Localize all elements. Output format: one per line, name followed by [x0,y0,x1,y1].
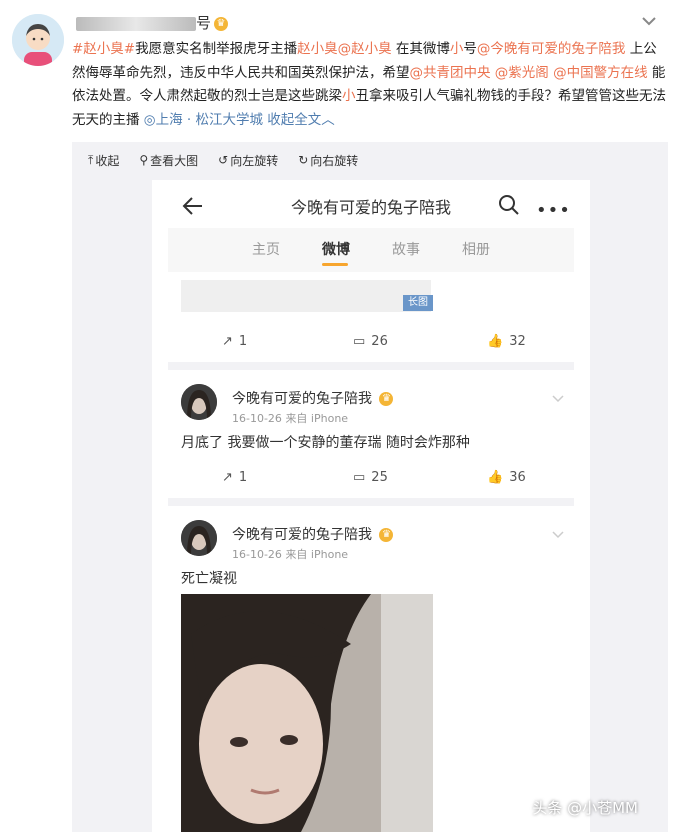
long-image[interactable] [181,280,431,312]
view-large-button[interactable]: ⚲ 查看大图 [139,150,198,170]
profile-tabs [168,228,574,272]
author-name[interactable]: 号 ♛ [76,12,229,33]
tab-story[interactable]: 故事 [392,239,420,259]
active-tab-indicator [322,263,348,266]
tab-home[interactable]: 主页 [252,239,280,259]
tab-weibo[interactable]: 微博 [322,239,350,259]
post-avatar[interactable] [181,520,217,556]
post-text-run: 我愿意实名制举报虎牙主播 [135,41,298,57]
comment-count: 26 [371,334,388,349]
like-button[interactable]: 👍 32 [487,334,526,349]
post-chevron-icon[interactable] [551,526,565,540]
repost-icon: ↗ [222,334,233,349]
post-date: 16-10-26 [232,548,282,561]
post-meta: 16-10-26 来自 iPhone [232,410,348,426]
comment-button[interactable]: ▭ 25 [353,470,388,485]
repost-button[interactable]: ↗ 1 [222,334,247,349]
crown-icon: ♛ [214,16,229,31]
post-text-run: 在其微博 [391,41,450,57]
mention-link[interactable]: @今晚有可爱的兔子陪我 [477,41,626,57]
author-name-suffix: 号 [196,14,212,32]
magnifier-icon: ⚲ [139,153,149,167]
rotate-left-label: 向左旋转 [230,153,279,168]
mention-link[interactable]: @共青团中央 [410,65,491,81]
comment-icon: ▭ [353,470,366,485]
like-button[interactable]: 👍 36 [487,470,526,485]
repost-count: 1 [238,470,248,485]
thumbs-up-icon: 👍 [487,470,504,485]
collapse-button[interactable]: ⤒ 收起 [88,150,119,170]
image-toolbar: ⤒ 收起 ⚲ 查看大图 ↺ 向左旋转 ↻ 向右旋转 [88,150,358,170]
rotate-right-button[interactable]: ↻ 向右旋转 [298,150,358,170]
thumbs-up-icon: 👍 [487,334,504,349]
like-count: 32 [509,334,526,349]
post-source: 来自 iPhone [285,548,349,561]
rotate-right-icon: ↻ [298,153,309,167]
post-body: #赵小臭#我愿意实名制举报虎牙主播赵小臭@赵小臭 在其微博小号@今晚有可爱的兔子… [72,38,666,132]
crown-icon: ♛ [379,528,394,542]
post-meta: 16-10-26 来自 iPhone [232,546,348,562]
back-arrow-icon[interactable] [180,193,206,219]
post-divider [168,498,574,506]
post-source: 来自 iPhone [285,412,349,425]
profile-title: 今晚有可爱的兔子陪我 [290,198,451,217]
post-avatar[interactable] [181,384,217,420]
post-author-name[interactable]: 今晚有可爱的兔子陪我 ♛ [232,524,394,544]
comment-icon: ▭ [353,334,366,349]
long-image-tag: 长图 [403,295,433,311]
repost-button[interactable]: ↗ 1 [222,470,247,485]
more-icon[interactable]: ••• [536,200,571,221]
repost-count: 1 [238,334,248,349]
post-author-name[interactable]: 今晚有可爱的兔子陪我 ♛ [232,388,394,408]
mention-link[interactable]: 小 [342,88,356,104]
repost-icon: ↗ [222,470,233,485]
mention-link[interactable]: #赵小臭# [72,41,135,57]
post-author-label: 今晚有可爱的兔子陪我 [232,527,372,543]
comment-button[interactable]: ▭ 26 [353,334,388,349]
post-author-label: 今晚有可爱的兔子陪我 [232,391,372,407]
post-text-run: 号 [463,41,477,57]
crown-icon: ♛ [379,392,394,406]
arrow-up-icon: ⤒ [88,152,94,167]
like-count: 36 [509,470,526,485]
view-large-label: 查看大图 [150,153,199,168]
post-text: 月底了 我要做一个安静的董存瑞 随时会炸那种 [181,435,470,451]
rotate-left-icon: ↺ [218,153,229,167]
post-divider [168,362,574,370]
author-avatar[interactable] [12,14,64,66]
mention-link[interactable]: @赵小臭 [338,41,392,57]
rotate-right-label: 向右旋转 [310,153,359,168]
tab-album[interactable]: 相册 [462,239,490,259]
mention-link[interactable]: 小 [450,41,464,57]
rotate-left-button[interactable]: ↺ 向左旋转 [218,150,278,170]
location-link[interactable]: ◎上海 · 松江大学城 [144,112,263,128]
comment-count: 25 [371,470,388,485]
mention-link[interactable]: @紫光阁 [495,65,549,81]
post-text: 死亡凝视 [181,571,237,587]
search-icon[interactable] [497,193,521,217]
location-link[interactable]: 收起全文︿ [263,112,335,128]
mention-link[interactable]: 赵小臭 [297,41,338,57]
watermark: 头条 @小苍MM [532,799,638,817]
mention-link[interactable]: @中国警方在线 [553,65,648,81]
post-photo[interactable] [181,594,433,832]
post-date: 16-10-26 [232,412,282,425]
collapse-label: 收起 [95,153,120,168]
blurred-username [76,16,196,31]
chevron-down-icon[interactable] [640,12,658,30]
post-chevron-icon[interactable] [551,390,565,404]
